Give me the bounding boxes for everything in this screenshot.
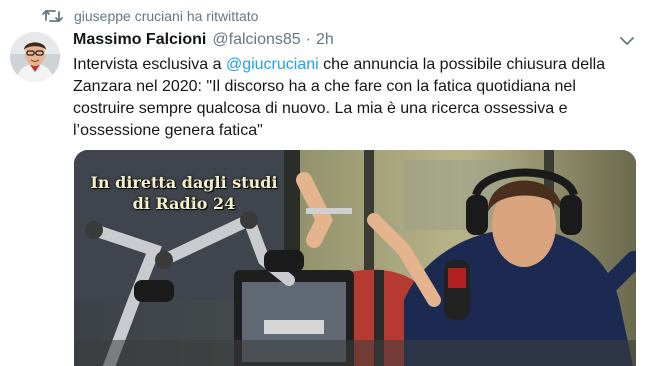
retweeter-link[interactable]: giuseppe cruciani ha ritwittato bbox=[74, 8, 258, 24]
avatar-image bbox=[10, 32, 60, 82]
retweet-context: giuseppe cruciani ha ritwittato bbox=[42, 6, 258, 26]
studio-sign-text: In diretta dagli studi di Radio 24 bbox=[90, 173, 278, 213]
retweet-icon bbox=[42, 8, 64, 24]
tweet-timestamp[interactable]: 2h bbox=[316, 31, 334, 49]
avatar[interactable] bbox=[10, 32, 60, 82]
tweet-card[interactable]: giuseppe cruciani ha ritwittato Massimo … bbox=[0, 0, 650, 366]
header-separator: · bbox=[305, 31, 311, 48]
tweet-photo[interactable]: In diretta dagli studi di Radio 24 bbox=[74, 150, 636, 366]
tweet-text-part: Intervista esclusiva a bbox=[73, 56, 226, 73]
author-handle[interactable]: @falcions85 bbox=[212, 31, 300, 49]
author-name[interactable]: Massimo Falcioni bbox=[73, 31, 206, 49]
tweet-text: Intervista esclusiva a @giucruciani che … bbox=[73, 54, 633, 142]
tweet-header: Massimo Falcioni @falcions85 · 2h bbox=[73, 31, 334, 49]
chevron-down-icon[interactable] bbox=[618, 32, 636, 50]
mention-link[interactable]: @giucruciani bbox=[226, 56, 319, 73]
